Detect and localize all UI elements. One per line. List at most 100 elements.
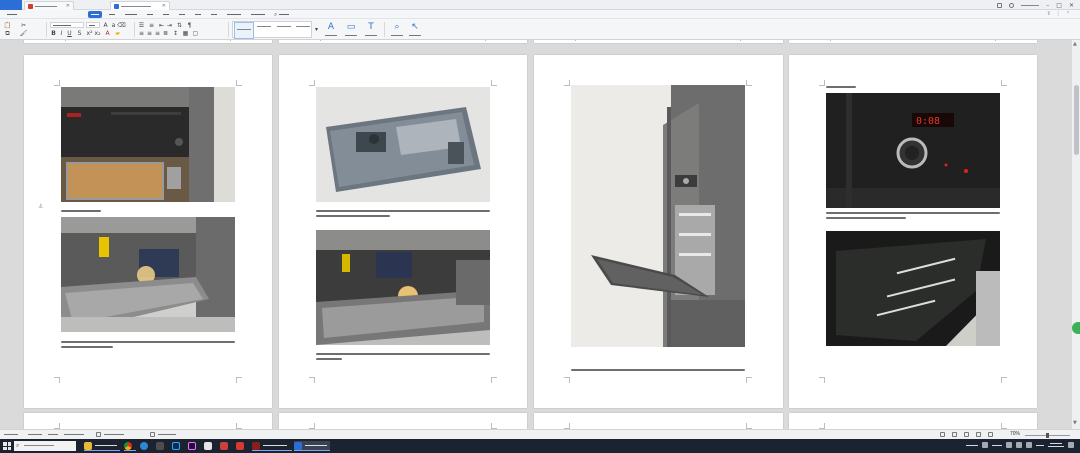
view-outline-icon[interactable] — [964, 432, 969, 437]
align-center-icon[interactable]: ≡ — [146, 30, 153, 37]
taskbar-app-chrome[interactable] — [124, 441, 136, 451]
document-canvas[interactable]: ⚓ 0:08 — [0, 40, 1071, 429]
align-left-icon[interactable]: ≡ — [138, 30, 145, 37]
indent-decrease-icon[interactable]: ⇤ — [158, 22, 165, 29]
font-name-select[interactable] — [50, 22, 84, 28]
layout-icon[interactable] — [997, 3, 1003, 8]
ime-indicator[interactable] — [1036, 444, 1044, 446]
select-button[interactable]: ↖ — [406, 21, 424, 39]
justify-icon[interactable]: ≣ — [162, 30, 169, 37]
word-count-status[interactable] — [64, 434, 84, 435]
indent-increase-icon[interactable]: ⇥ — [166, 22, 173, 29]
page-next[interactable] — [534, 413, 783, 429]
view-print-icon[interactable] — [940, 432, 945, 437]
tab-document[interactable]: ✕ — [110, 1, 170, 10]
bold-icon[interactable]: B — [50, 30, 57, 37]
numbering-icon[interactable]: ≡ — [148, 22, 155, 29]
menu-insert[interactable] — [106, 11, 118, 18]
menu-view[interactable] — [176, 11, 188, 18]
align-right-icon[interactable]: ≡ — [154, 30, 161, 37]
copy-icon[interactable]: ⧉ — [4, 30, 11, 37]
taskbar-app-wps[interactable] — [236, 441, 248, 451]
format-painter-icon[interactable]: 🖌 — [20, 30, 28, 37]
shrink-font-icon[interactable]: a — [110, 22, 117, 29]
grow-font-icon[interactable]: A — [102, 22, 109, 29]
search-command[interactable]: ⌕ — [274, 11, 294, 18]
paste-icon[interactable]: 📋 — [4, 22, 11, 29]
zoom-level[interactable]: 70% — [1010, 431, 1020, 437]
chevron-up-icon[interactable]: ⌃ — [1066, 11, 1070, 17]
highlight-icon[interactable]: ▰ — [114, 30, 121, 37]
menu-security[interactable] — [208, 11, 220, 18]
view-web-icon[interactable] — [952, 432, 957, 437]
taskbar-app-premiere[interactable] — [188, 441, 200, 451]
close-icon[interactable]: ✕ — [162, 3, 166, 9]
doc-check-icon[interactable] — [150, 432, 155, 437]
minimize-icon[interactable]: – — [1046, 2, 1049, 9]
taskbar-app-explorer[interactable] — [84, 441, 120, 451]
sort-icon[interactable]: ⇅ — [176, 22, 183, 29]
style-normal[interactable] — [234, 22, 254, 39]
tab-wps-app[interactable]: ✕ — [24, 1, 74, 10]
eye-protect-icon[interactable] — [988, 432, 993, 437]
scroll-up-icon[interactable]: ▲ — [1073, 41, 1077, 47]
style-heading-2[interactable] — [275, 23, 293, 38]
maximize-icon[interactable]: □ — [1056, 2, 1062, 9]
close-icon[interactable]: ✕ — [66, 3, 70, 9]
notification-icon[interactable] — [1068, 442, 1074, 448]
assistant-float-button[interactable] — [1072, 322, 1080, 334]
page-number-status[interactable] — [4, 434, 18, 435]
tray-app-icon[interactable] — [982, 442, 988, 448]
subscript-icon[interactable]: x₂ — [94, 30, 101, 37]
scroll-down-icon[interactable]: ▼ — [1073, 420, 1077, 426]
close-window-icon[interactable]: ✕ — [1069, 2, 1074, 9]
menu-file[interactable] — [4, 11, 20, 18]
menu-home[interactable] — [88, 11, 102, 18]
show-marks-icon[interactable]: ¶ — [186, 22, 193, 29]
shading-icon[interactable]: ▦ — [182, 30, 189, 37]
page-2[interactable] — [279, 55, 527, 408]
page-next[interactable] — [789, 413, 1037, 429]
taskbar-app-wps-document[interactable] — [294, 441, 330, 451]
paragraph-anchor-icon[interactable]: ⚓ — [38, 203, 43, 210]
menu-review[interactable] — [160, 11, 172, 18]
zoom-slider-handle[interactable] — [1046, 433, 1049, 438]
vertical-scrollbar[interactable]: ▲ ▼ — [1071, 40, 1080, 429]
taskbar-app-store[interactable] — [204, 441, 216, 451]
cut-icon[interactable]: ✂ — [20, 22, 27, 29]
chevron-down-icon[interactable]: ▾ — [313, 26, 320, 33]
page-1[interactable]: ⚓ — [24, 55, 272, 408]
taskbar-app-edge[interactable] — [140, 441, 152, 451]
italic-icon[interactable]: I — [58, 30, 65, 37]
view-read-icon[interactable] — [976, 432, 981, 437]
share-icon[interactable]: ⇪ — [1047, 11, 1051, 17]
menu-section[interactable] — [192, 11, 204, 18]
page-3[interactable] — [534, 55, 783, 408]
bullets-icon[interactable]: ☰ — [138, 22, 145, 29]
menu-references[interactable] — [144, 11, 156, 18]
volume-icon[interactable] — [1026, 442, 1032, 448]
find-replace-button[interactable]: ⌕ — [388, 21, 406, 39]
user-avatar-icon[interactable] — [1009, 3, 1015, 8]
underline-icon[interactable]: U — [66, 30, 73, 37]
font-size-select[interactable] — [86, 22, 100, 28]
menu-special[interactable] — [248, 11, 268, 18]
home-tab[interactable] — [0, 0, 22, 10]
text-tools-button[interactable]: T — [362, 21, 380, 39]
windows-start-icon[interactable] — [3, 442, 11, 450]
more-icon[interactable]: ⋮ — [1056, 11, 1061, 17]
text-box-button[interactable]: ▭ — [342, 21, 360, 39]
style-heading-3[interactable] — [294, 23, 312, 38]
spellcheck-icon[interactable] — [96, 432, 101, 437]
clear-format-icon[interactable]: ⌫ — [117, 22, 125, 29]
new-style-button[interactable]: A — [322, 21, 340, 39]
taskbar-search[interactable]: ⌕ — [14, 441, 76, 451]
menu-page-layout[interactable] — [122, 11, 140, 18]
page-next[interactable] — [279, 413, 527, 429]
taskbar-app-terminal[interactable] — [156, 441, 168, 451]
network-icon[interactable] — [1016, 442, 1022, 448]
style-heading-1[interactable] — [254, 23, 274, 38]
line-spacing-icon[interactable]: ↕ — [172, 30, 179, 37]
menu-dev-tools[interactable] — [224, 11, 244, 18]
page-next[interactable] — [24, 413, 272, 429]
